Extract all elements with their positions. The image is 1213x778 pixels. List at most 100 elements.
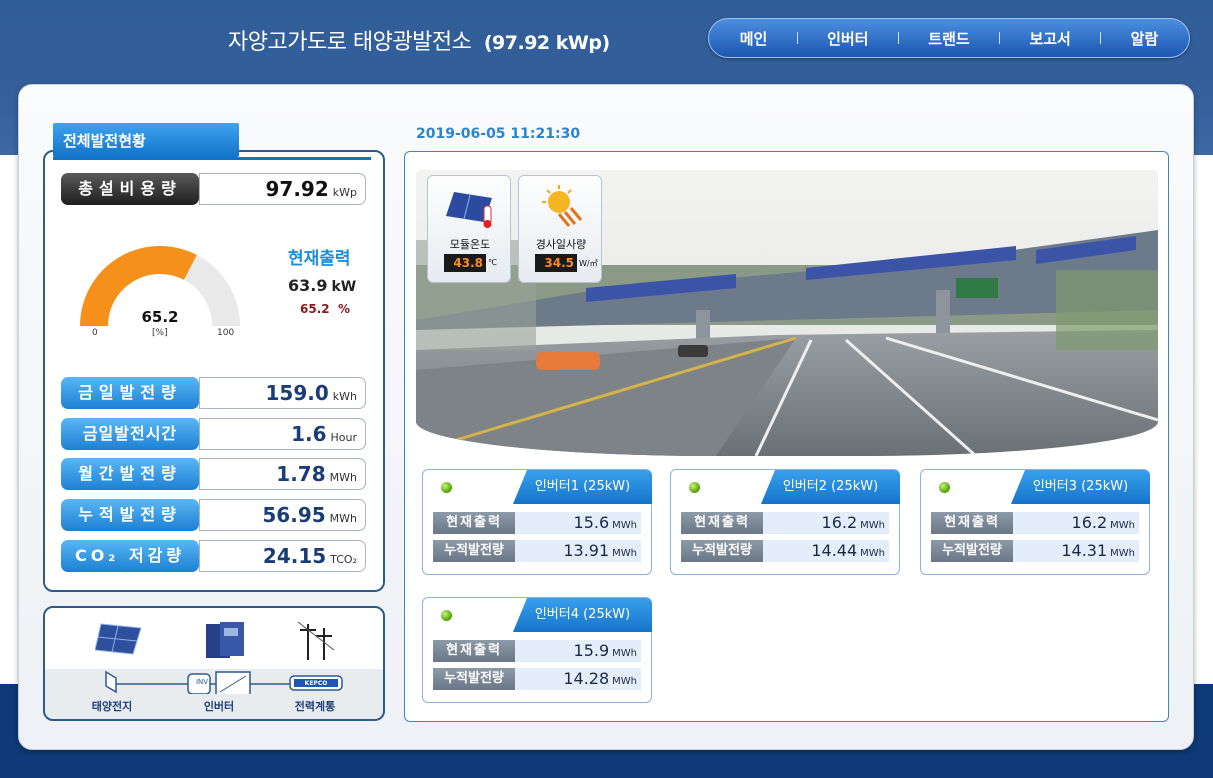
nav-main[interactable]: 메인	[740, 28, 768, 49]
irradiance-value: 34.5	[535, 254, 577, 272]
inverter-unit: MWh	[1110, 548, 1135, 559]
inverter-row-value: 13.91 MWh	[563, 540, 637, 565]
module-temp-unit: ℃	[488, 258, 497, 267]
inverter-value: 15.9	[573, 641, 610, 660]
stat-value-today-gen: 159.0	[265, 381, 329, 405]
inverter-row-value: 14.31 MWh	[1061, 540, 1135, 565]
current-pct-unit: %	[337, 302, 350, 316]
solar-panel-icon	[95, 623, 142, 655]
inverter-name: 인버터1 (25kW)	[513, 470, 652, 504]
inverter-card-4[interactable]: 인버터4 (25kW) 현재출력 15.9 MWh 누적발전량 14.28 MWh	[422, 597, 652, 703]
inverter-value: 14.31	[1061, 541, 1108, 560]
inverter-unit: MWh	[612, 676, 637, 687]
inverter-name: 인버터2 (25kW)	[761, 470, 900, 504]
stat-value-box: 24.15 TCO₂	[199, 540, 366, 572]
nav-trend[interactable]: 트랜드	[928, 28, 969, 49]
current-pct-value: 65.2	[300, 302, 330, 316]
inverter-row-label: 현재출력	[681, 512, 763, 534]
stat-value-box: 159.0 kWh	[199, 377, 366, 409]
stat-unit: TCO₂	[330, 553, 357, 566]
inverter-card-2[interactable]: 인버터2 (25kW) 현재출력 16.2 MWh 누적발전량 14.44 MWh	[670, 469, 900, 575]
inverter-row: 누적발전량 14.31 MWh	[931, 540, 1139, 562]
inverter-row-value: 14.28 MWh	[563, 668, 637, 693]
site-capacity: (97.92 kWp)	[483, 32, 610, 54]
solar-thermometer-icon	[446, 192, 492, 228]
status-led-icon	[441, 482, 452, 493]
current-kw-unit: kW	[331, 279, 357, 295]
gauge-max: 100	[217, 328, 235, 338]
flow-label-grid: 전력계통	[294, 700, 336, 713]
inverter-name: 인버터4 (25kW)	[513, 598, 652, 632]
inverter-row: 현재출력 15.9 MWh	[433, 640, 641, 662]
site-title: 자양고가도로 태양광발전소 (97.92 kWp)	[228, 24, 610, 56]
irradiance-card: 경사일사량 34.5 W/㎡	[518, 175, 602, 283]
inverter-row: 현재출력 16.2 MWh	[931, 512, 1139, 534]
flow-connector	[105, 670, 343, 694]
inverter-row-value: 16.2 MWh	[822, 512, 885, 537]
status-led-icon	[441, 610, 452, 621]
sun-irradiance-icon	[542, 185, 583, 227]
power-grid-icon	[297, 621, 335, 660]
inverter-row-label: 누적발전량	[433, 540, 515, 562]
inverter-card-3[interactable]: 인버터3 (25kW) 현재출력 16.2 MWh 누적발전량 14.31 MWh	[920, 469, 1150, 575]
site-title-text: 자양고가도로 태양광발전소	[228, 30, 472, 55]
nav-separator	[897, 32, 899, 44]
inverter-value: 15.6	[573, 513, 610, 532]
nav-alarm[interactable]: 알람	[1131, 28, 1159, 49]
inverter-row: 누적발전량 14.28 MWh	[433, 668, 641, 690]
stat-value-box: 1.78 MWh	[199, 458, 366, 490]
inverter-row-label: 누적발전량	[931, 540, 1013, 562]
nav-separator	[999, 32, 1001, 44]
gauge-min: 0	[92, 328, 98, 338]
stat-label-total-gen: 누적발전량	[61, 499, 199, 531]
inverter-unit: MWh	[612, 520, 637, 531]
gauge-unit: [%]	[152, 328, 168, 338]
inverter-row-label: 현재출력	[433, 512, 515, 534]
inverter-unit: MWh	[612, 548, 637, 559]
stat-value-today-hours: 1.6	[291, 422, 327, 446]
inverter-row-value: 15.6 MWh	[574, 512, 637, 537]
inv-tag: INV	[195, 678, 209, 686]
nav-inverter[interactable]: 인버터	[827, 28, 868, 49]
flow-label-solar: 태양전지	[91, 700, 133, 713]
stat-label-co2: CO₂ 저감량	[61, 540, 199, 572]
inverter-row-label: 현재출력	[931, 512, 1013, 534]
nav-separator	[796, 32, 798, 44]
capacity-label: 총설비용량	[61, 173, 199, 205]
stat-unit: MWh	[329, 512, 357, 525]
gauge-value: 65.2	[141, 308, 179, 326]
irradiance-unit: W/㎡	[579, 259, 598, 268]
stat-label-monthly-gen: 월간발전량	[61, 458, 199, 490]
flow-label-inverter: 인버터	[203, 700, 235, 713]
inverter-value: 13.91	[563, 541, 610, 560]
inverter-unit: MWh	[612, 648, 637, 659]
summary-title-underline	[53, 157, 371, 160]
nav-report[interactable]: 보고서	[1029, 28, 1070, 49]
inverter-card-1[interactable]: 인버터1 (25kW) 현재출력 15.6 MWh 누적발전량 13.91 MWh	[422, 469, 652, 575]
module-temp-label: 모듈온도	[449, 238, 491, 251]
inverter-value: 16.2	[821, 513, 858, 532]
current-output-pct: 65.2 %	[300, 302, 350, 316]
current-kw-value: 63.9	[288, 276, 328, 295]
stat-value-box: 56.95 MWh	[199, 499, 366, 531]
inverter-value: 16.2	[1071, 513, 1108, 532]
current-output-title: 현재출력	[288, 249, 351, 269]
stat-unit: kWh	[332, 390, 357, 403]
irradiance-label: 경사일사량	[535, 238, 587, 251]
capacity-value: 97.92	[265, 177, 329, 201]
capacity-value-box: 97.92 kWp	[199, 173, 366, 205]
current-output-kw: 63.9 kW	[288, 276, 356, 295]
inverter-value: 14.28	[563, 669, 610, 688]
inverter-value: 14.44	[811, 541, 858, 560]
module-temp-card: 모듈온도 43.8 ℃	[427, 175, 511, 283]
kepco-tag: KEPCO	[304, 680, 328, 687]
inverter-row-value: 15.9 MWh	[574, 640, 637, 665]
inverter-row: 누적발전량 13.91 MWh	[433, 540, 641, 562]
capacity-unit: kWp	[332, 186, 357, 199]
inverter-unit: MWh	[860, 520, 885, 531]
stat-value-monthly-gen: 1.78	[276, 462, 326, 486]
inverter-row-value: 16.2 MWh	[1072, 512, 1135, 537]
stat-label-today-gen: 금일발전량	[61, 377, 199, 409]
summary-title: 전체발전현황	[53, 123, 239, 157]
stat-label-today-hours: 금일발전시간	[61, 418, 199, 450]
